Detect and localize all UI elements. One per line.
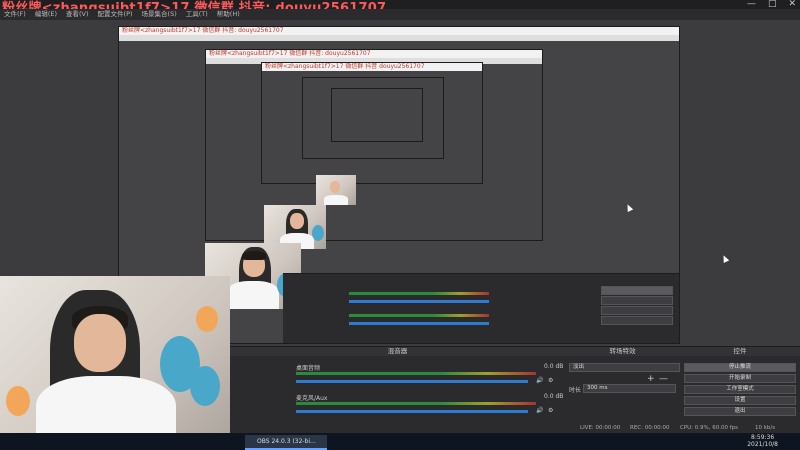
nested-frame: 粉丝牌<zhangsuibt1f7>17 微信群 抖音: douyu256170… <box>205 49 543 241</box>
stop-streaming-button[interactable]: 停止推流 <box>684 363 796 372</box>
controls-dock: 控件 停止推流 开始录制 工作室模式 设置 退出 <box>680 346 800 425</box>
nested-docks <box>283 273 679 343</box>
window-controls: — □ ✕ <box>747 0 796 9</box>
maximize-button[interactable]: □ <box>768 0 777 9</box>
webcam-overlay <box>0 276 230 450</box>
menu-file[interactable]: 文件(F) <box>4 9 26 20</box>
close-button[interactable]: ✕ <box>788 0 796 9</box>
mouse-cursor <box>720 254 730 263</box>
start-recording-button[interactable]: 开始录制 <box>684 374 796 383</box>
menu-view[interactable]: 查看(V) <box>66 9 89 20</box>
gear-icon[interactable]: ⚙ <box>548 407 553 414</box>
webcam-thumbnail <box>316 175 356 205</box>
mixer-channel-db: 0.0 dB <box>544 363 564 370</box>
volume-meter <box>296 402 536 405</box>
menu-scene-collection[interactable]: 场景集合(S) <box>142 9 177 20</box>
mixer-channel-name: 桌面音频 <box>296 365 321 372</box>
remove-transition-button[interactable]: — <box>659 374 668 384</box>
settings-button[interactable]: 设置 <box>684 396 796 405</box>
minimize-button[interactable]: — <box>747 0 756 9</box>
menu-edit[interactable]: 编辑(E) <box>35 9 57 20</box>
transition-select[interactable]: 淡出 <box>569 363 680 372</box>
taskbar-clock: 8:59:36 2021/10/8 <box>747 434 778 448</box>
menu-tools[interactable]: 工具(T) <box>186 9 208 20</box>
live-status: LIVE: 00:00:00 <box>580 425 621 431</box>
menu-profile[interactable]: 配置文件(P) <box>98 9 133 20</box>
menu-help[interactable]: 帮助(H) <box>217 9 240 20</box>
nested-menubar <box>119 35 679 41</box>
mixer-channel-name: 麦克风/Aux <box>296 395 328 402</box>
speaker-icon[interactable]: 🔊 <box>536 377 543 384</box>
taskbar-date: 2021/10/8 <box>747 441 778 448</box>
transitions-dock: 转场特效 淡出 + — 时长 300 ms <box>565 346 680 425</box>
volume-meter <box>296 372 536 375</box>
add-transition-button[interactable]: + <box>647 374 655 384</box>
taskbar-time: 8:59:36 <box>751 434 775 441</box>
nested-title: 粉丝牌<zhangsuibt1f7>17 微信群 抖音: douyu256170… <box>119 27 679 35</box>
gear-icon[interactable]: ⚙ <box>548 377 553 384</box>
taskbar-obs-app[interactable]: OBS 24.0.3 (32-bi... <box>245 435 327 450</box>
volume-slider[interactable] <box>296 410 528 413</box>
studio-mode-button[interactable]: 工作室模式 <box>684 385 796 394</box>
nested-frame <box>302 77 444 159</box>
duration-input[interactable]: 300 ms <box>583 384 676 393</box>
cpu-status: CPU: 0.9%, 60.00 fps <box>680 425 739 431</box>
bitrate-status: 10 kb/s <box>755 425 776 431</box>
exit-button[interactable]: 退出 <box>684 407 796 416</box>
transitions-title: 转场特效 <box>565 347 680 356</box>
nested-frame: 粉丝牌<zhangsuibt1f7>17 微信群 抖音 douyu2561707 <box>261 62 483 184</box>
volume-slider[interactable] <box>296 380 528 383</box>
rec-status: REC: 00:00:00 <box>630 425 670 431</box>
duration-label: 时长 <box>569 387 582 394</box>
nested-title: 粉丝牌<zhangsuibt1f7>17 微信群 抖音: douyu256170… <box>206 50 542 58</box>
window-titlebar: 粉丝牌<zhangsuibt1f7>17 微信群 抖音: douyu256170… <box>0 0 800 16</box>
nested-title: 粉丝牌<zhangsuibt1f7>17 微信群 抖音 douyu2561707 <box>262 63 482 71</box>
mixer-channel-db: 0.0 dB <box>544 393 564 400</box>
menubar: 文件(F) 编辑(E) 查看(V) 配置文件(P) 场景集合(S) 工具(T) … <box>0 9 800 20</box>
mixer-title: 混音器 <box>230 347 565 356</box>
speaker-icon[interactable]: 🔊 <box>536 407 543 414</box>
nested-frame <box>331 88 423 142</box>
taskbar: OBS 24.0.3 (32-bi... 8:59:36 2021/10/8 <box>0 433 800 450</box>
mixer-dock: 混音器 桌面音频 0.0 dB 🔊 ⚙ 麦克风/Aux 0.0 dB 🔊 ⚙ <box>230 346 565 425</box>
controls-title: 控件 <box>680 347 800 356</box>
status-bar: LIVE: 00:00:00 REC: 00:00:00 CPU: 0.9%, … <box>230 424 800 433</box>
